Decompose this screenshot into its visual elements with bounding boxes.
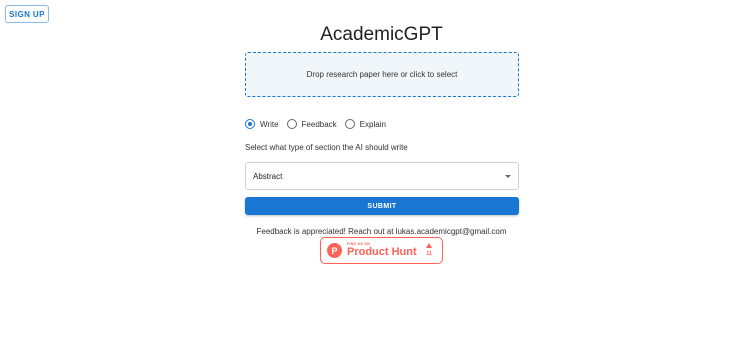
radio-feedback[interactable]: Feedback xyxy=(286,119,337,129)
product-hunt-big-text: Product Hunt xyxy=(347,246,417,259)
feedback-note: Feedback is appreciated! Reach out at lu… xyxy=(256,227,507,236)
radio-write[interactable]: Write xyxy=(245,119,279,129)
radio-write-circle[interactable] xyxy=(245,119,255,129)
radio-write-label: Write xyxy=(260,119,279,129)
section-type-select[interactable]: Abstract xyxy=(245,162,519,190)
page: SIGN UP AcademicGPT Drop research paper … xyxy=(0,0,755,356)
product-hunt-vote-count: 11 xyxy=(426,251,432,257)
mode-radio-group: Write Feedback Explain xyxy=(245,117,394,131)
product-hunt-logo-icon: P xyxy=(327,243,342,258)
sign-up-button[interactable]: SIGN UP xyxy=(5,5,49,23)
product-hunt-badge[interactable]: P FIND US ON Product Hunt 11 xyxy=(320,237,443,264)
radio-explain-circle[interactable] xyxy=(344,119,355,129)
file-dropzone[interactable]: Drop research paper here or click to sel… xyxy=(245,52,519,97)
chevron-down-icon xyxy=(505,174,511,178)
submit-button[interactable]: SUBMIT xyxy=(245,197,519,215)
radio-feedback-label: Feedback xyxy=(301,119,337,129)
page-title: AcademicGPT xyxy=(320,24,443,45)
radio-feedback-circle[interactable] xyxy=(286,119,297,129)
dropzone-label: Drop research paper here or click to sel… xyxy=(306,70,458,79)
section-prompt-label: Select what type of section the AI shoul… xyxy=(245,143,408,152)
radio-explain[interactable]: Explain xyxy=(344,119,386,129)
section-type-value: Abstract xyxy=(253,171,283,181)
upvote-arrow-icon xyxy=(426,243,432,248)
radio-explain-label: Explain xyxy=(359,119,386,129)
product-hunt-votes: 11 xyxy=(426,243,432,257)
product-hunt-text: FIND US ON Product Hunt xyxy=(347,242,417,259)
